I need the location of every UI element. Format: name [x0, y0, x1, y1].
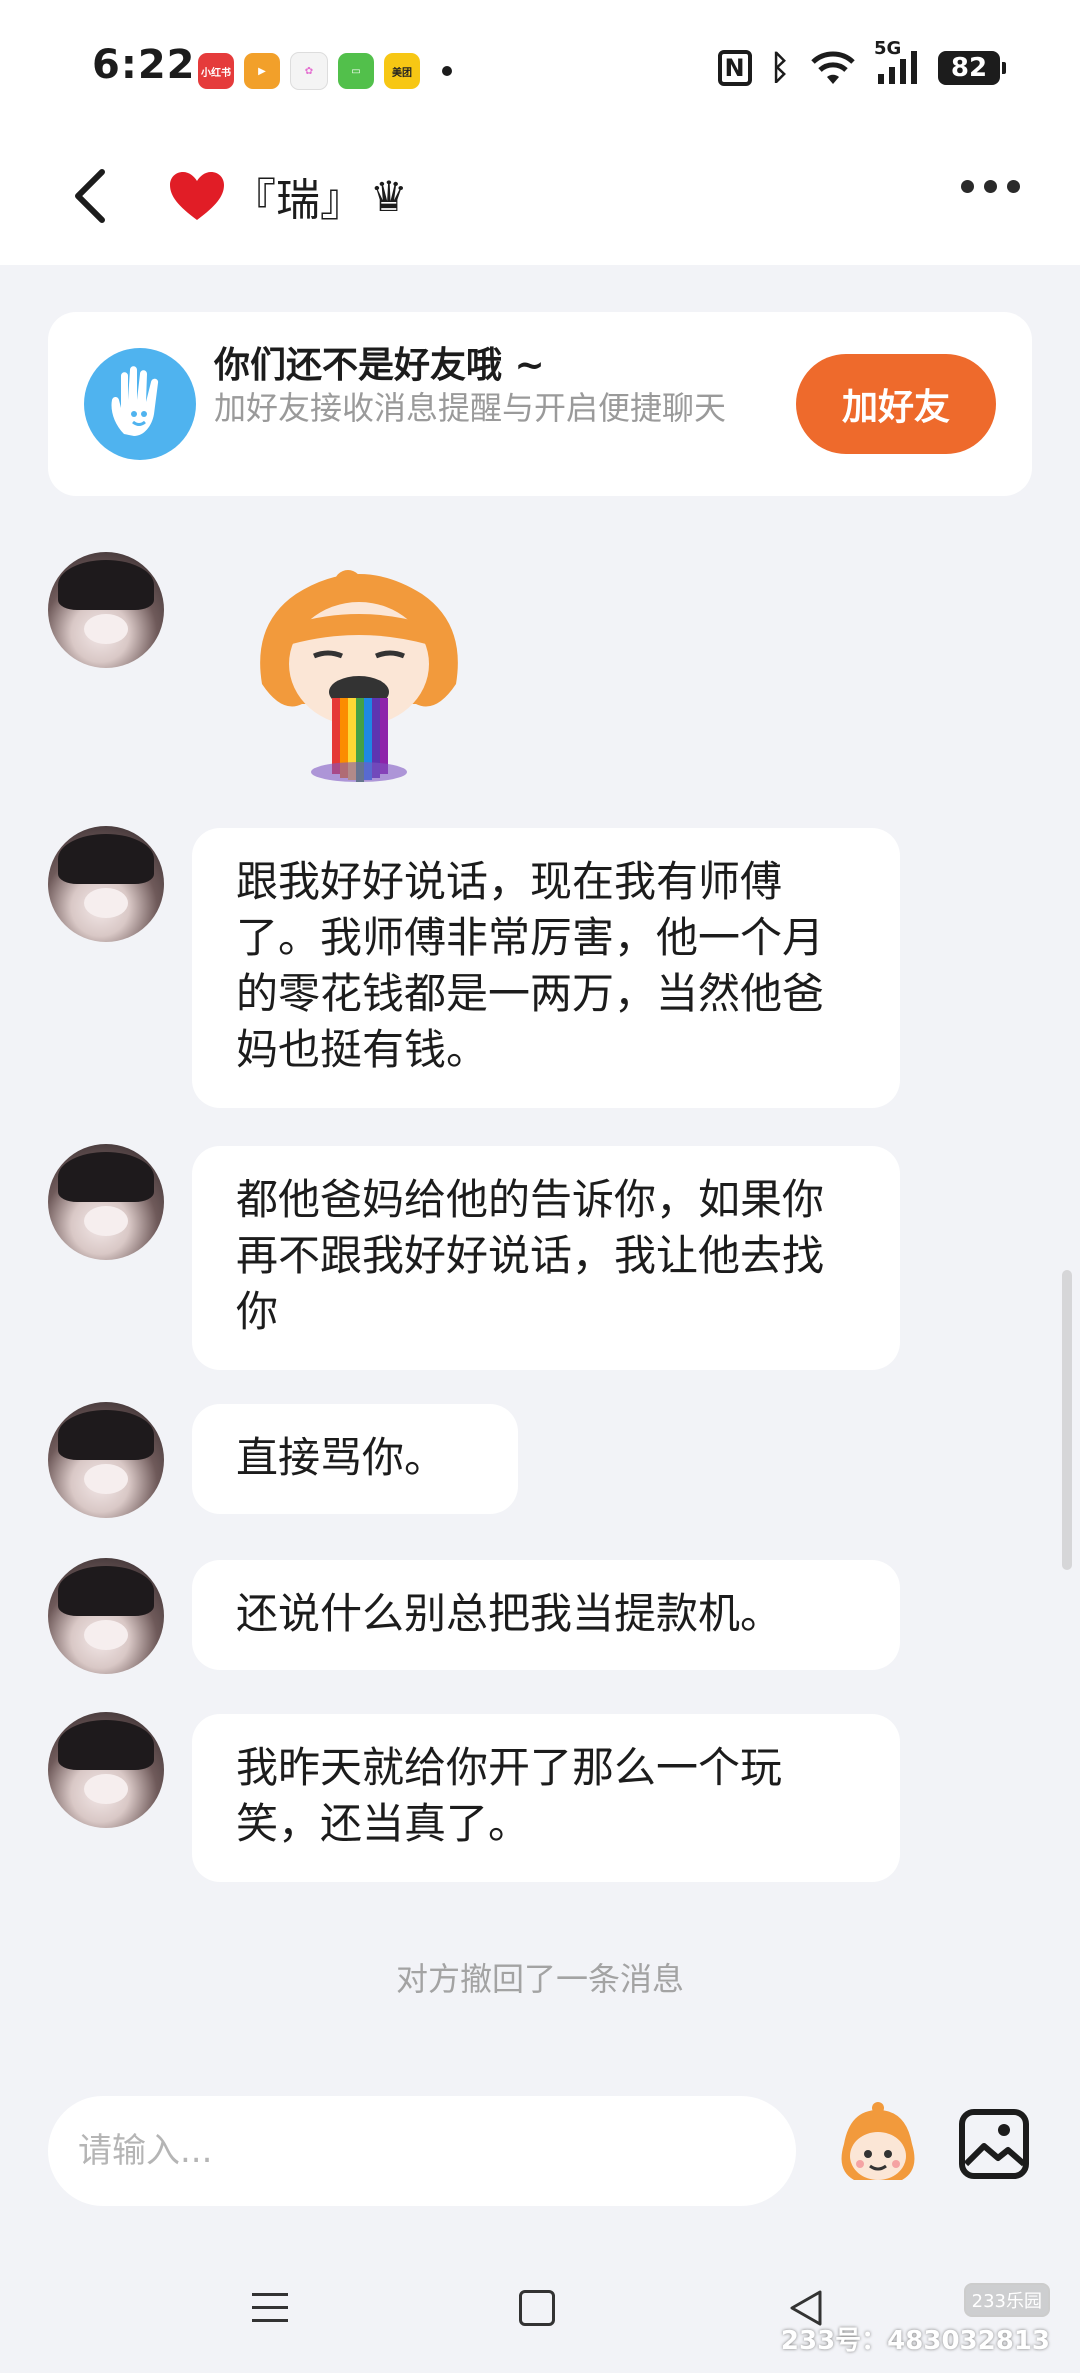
chat-header: 『瑞』 ♛: [0, 140, 1080, 265]
contact-name: 『瑞』: [232, 175, 364, 226]
add-friend-button[interactable]: 加好友: [796, 354, 996, 454]
battery-indicator: 82: [938, 51, 1006, 85]
friend-request-card: 你们还不是好友哦 ~ 加好友接收消息提醒与开启便捷聊天 加好友: [48, 312, 1032, 496]
contact-avatar[interactable]: [48, 1402, 164, 1518]
contact-avatar[interactable]: [48, 552, 164, 668]
sticker-icon[interactable]: [830, 2100, 926, 2196]
chevron-left-icon: [75, 169, 105, 223]
system-indicators: N ᛒ 5G 82: [717, 38, 1006, 88]
status-bar: 6:22 小红书 ▶ ✿ ▭ 美团 N ᛒ 5G 82: [0, 0, 1080, 140]
home-button[interactable]: [519, 2290, 555, 2326]
more-options-button[interactable]: [961, 180, 1020, 193]
red-heart-icon: [170, 172, 224, 220]
more-dot-icon: [1007, 180, 1020, 193]
more-dot-icon: [961, 180, 974, 193]
nfc-icon: N: [717, 50, 752, 86]
back-button[interactable]: [60, 166, 120, 226]
message-bubble[interactable]: 直接骂你。: [192, 1404, 518, 1514]
cellular-signal-icon: 5G: [874, 38, 920, 86]
xiaohongshu-icon: 小红书: [198, 53, 234, 89]
message-bubble[interactable]: 我昨天就给你开了那么一个玩笑，还当真了。: [192, 1714, 900, 1882]
chat-scrollbar[interactable]: [1062, 1270, 1072, 1570]
more-dot-icon: [984, 180, 997, 193]
watermark-text: 233号：483032813: [780, 2326, 1050, 2356]
crown-icon: ♛: [370, 171, 408, 221]
network-type-label: 5G: [874, 38, 902, 59]
contact-title[interactable]: 『瑞』 ♛: [168, 164, 408, 228]
wifi-icon: [811, 51, 855, 84]
meituan-icon: 美团: [384, 53, 420, 89]
message-bubble[interactable]: 跟我好好说话，现在我有师傅了。我师傅非常厉害，他一个月的零花钱都是一两万，当然他…: [192, 828, 900, 1108]
recent-apps-icon[interactable]: [250, 2290, 290, 2326]
rainbow-vomit-sticker[interactable]: [236, 564, 482, 784]
friend-notice-subtitle: 加好友接收消息提醒与开启便捷聊天: [214, 389, 727, 427]
gallery-app-icon: ✿: [290, 52, 328, 90]
contact-avatar[interactable]: [48, 1712, 164, 1828]
message-app-icon: ▭: [338, 53, 374, 89]
message-input[interactable]: [48, 2096, 796, 2206]
more-notifications-dot: [442, 66, 452, 76]
message-bubble[interactable]: 还说什么别总把我当提款机。: [192, 1560, 900, 1670]
contact-avatar[interactable]: [48, 1558, 164, 1674]
recall-notice: 对方撤回了一条消息: [395, 1960, 684, 1998]
contact-avatar[interactable]: [48, 1144, 164, 1260]
bluetooth-icon: ᛒ: [769, 48, 790, 88]
hand-wave-icon: [84, 348, 196, 460]
message-bubble[interactable]: 都他爸妈给他的告诉你，如果你再不跟我好好说话，我让他去找你: [192, 1146, 900, 1370]
contact-avatar[interactable]: [48, 826, 164, 942]
watermark-logo: 233乐园: [963, 2283, 1050, 2317]
friend-notice-title: 你们还不是好友哦 ~: [214, 345, 545, 386]
notification-app-icons: 小红书 ▶ ✿ ▭ 美团: [198, 52, 452, 90]
image-icon[interactable]: [958, 2108, 1030, 2180]
status-time: 6:22: [92, 42, 196, 88]
video-app-icon: ▶: [244, 53, 280, 89]
